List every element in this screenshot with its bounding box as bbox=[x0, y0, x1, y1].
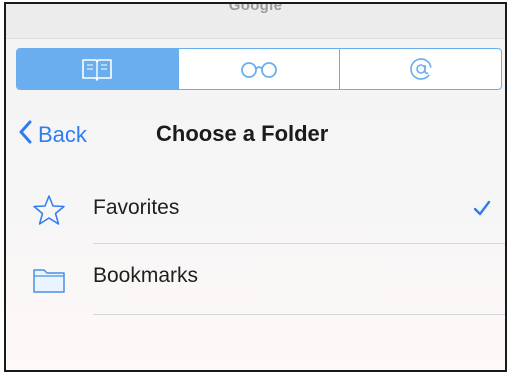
star-icon bbox=[32, 194, 66, 231]
navigation-bar: Back Choose a Folder bbox=[6, 114, 505, 156]
top-bar: Google bbox=[6, 4, 505, 38]
tab-reading-list[interactable] bbox=[179, 49, 341, 89]
page-title-partial: Google bbox=[228, 2, 283, 14]
folder-label: Favorites bbox=[93, 196, 180, 219]
tab-shared-links[interactable] bbox=[340, 49, 501, 89]
chevron-left-icon bbox=[18, 120, 38, 150]
nav-title: Choose a Folder bbox=[156, 121, 329, 146]
at-sign-icon bbox=[408, 56, 434, 82]
back-button[interactable]: Back bbox=[18, 118, 87, 152]
folder-row-bookmarks[interactable]: Bookmarks bbox=[6, 244, 505, 312]
back-label: Back bbox=[38, 122, 87, 147]
glasses-icon bbox=[237, 58, 281, 80]
top-divider bbox=[6, 38, 505, 39]
checkmark-icon bbox=[473, 200, 491, 221]
folder-icon bbox=[32, 266, 66, 299]
bookmarks-popover: Google Back Choose a Folder Favorites Bo… bbox=[4, 2, 507, 372]
row-divider bbox=[93, 314, 505, 315]
segmented-control bbox=[16, 48, 502, 90]
book-icon bbox=[80, 56, 114, 82]
folder-label: Bookmarks bbox=[93, 264, 199, 287]
tab-bookmarks[interactable] bbox=[17, 49, 179, 89]
folder-row-favorites[interactable]: Favorites bbox=[6, 176, 505, 244]
